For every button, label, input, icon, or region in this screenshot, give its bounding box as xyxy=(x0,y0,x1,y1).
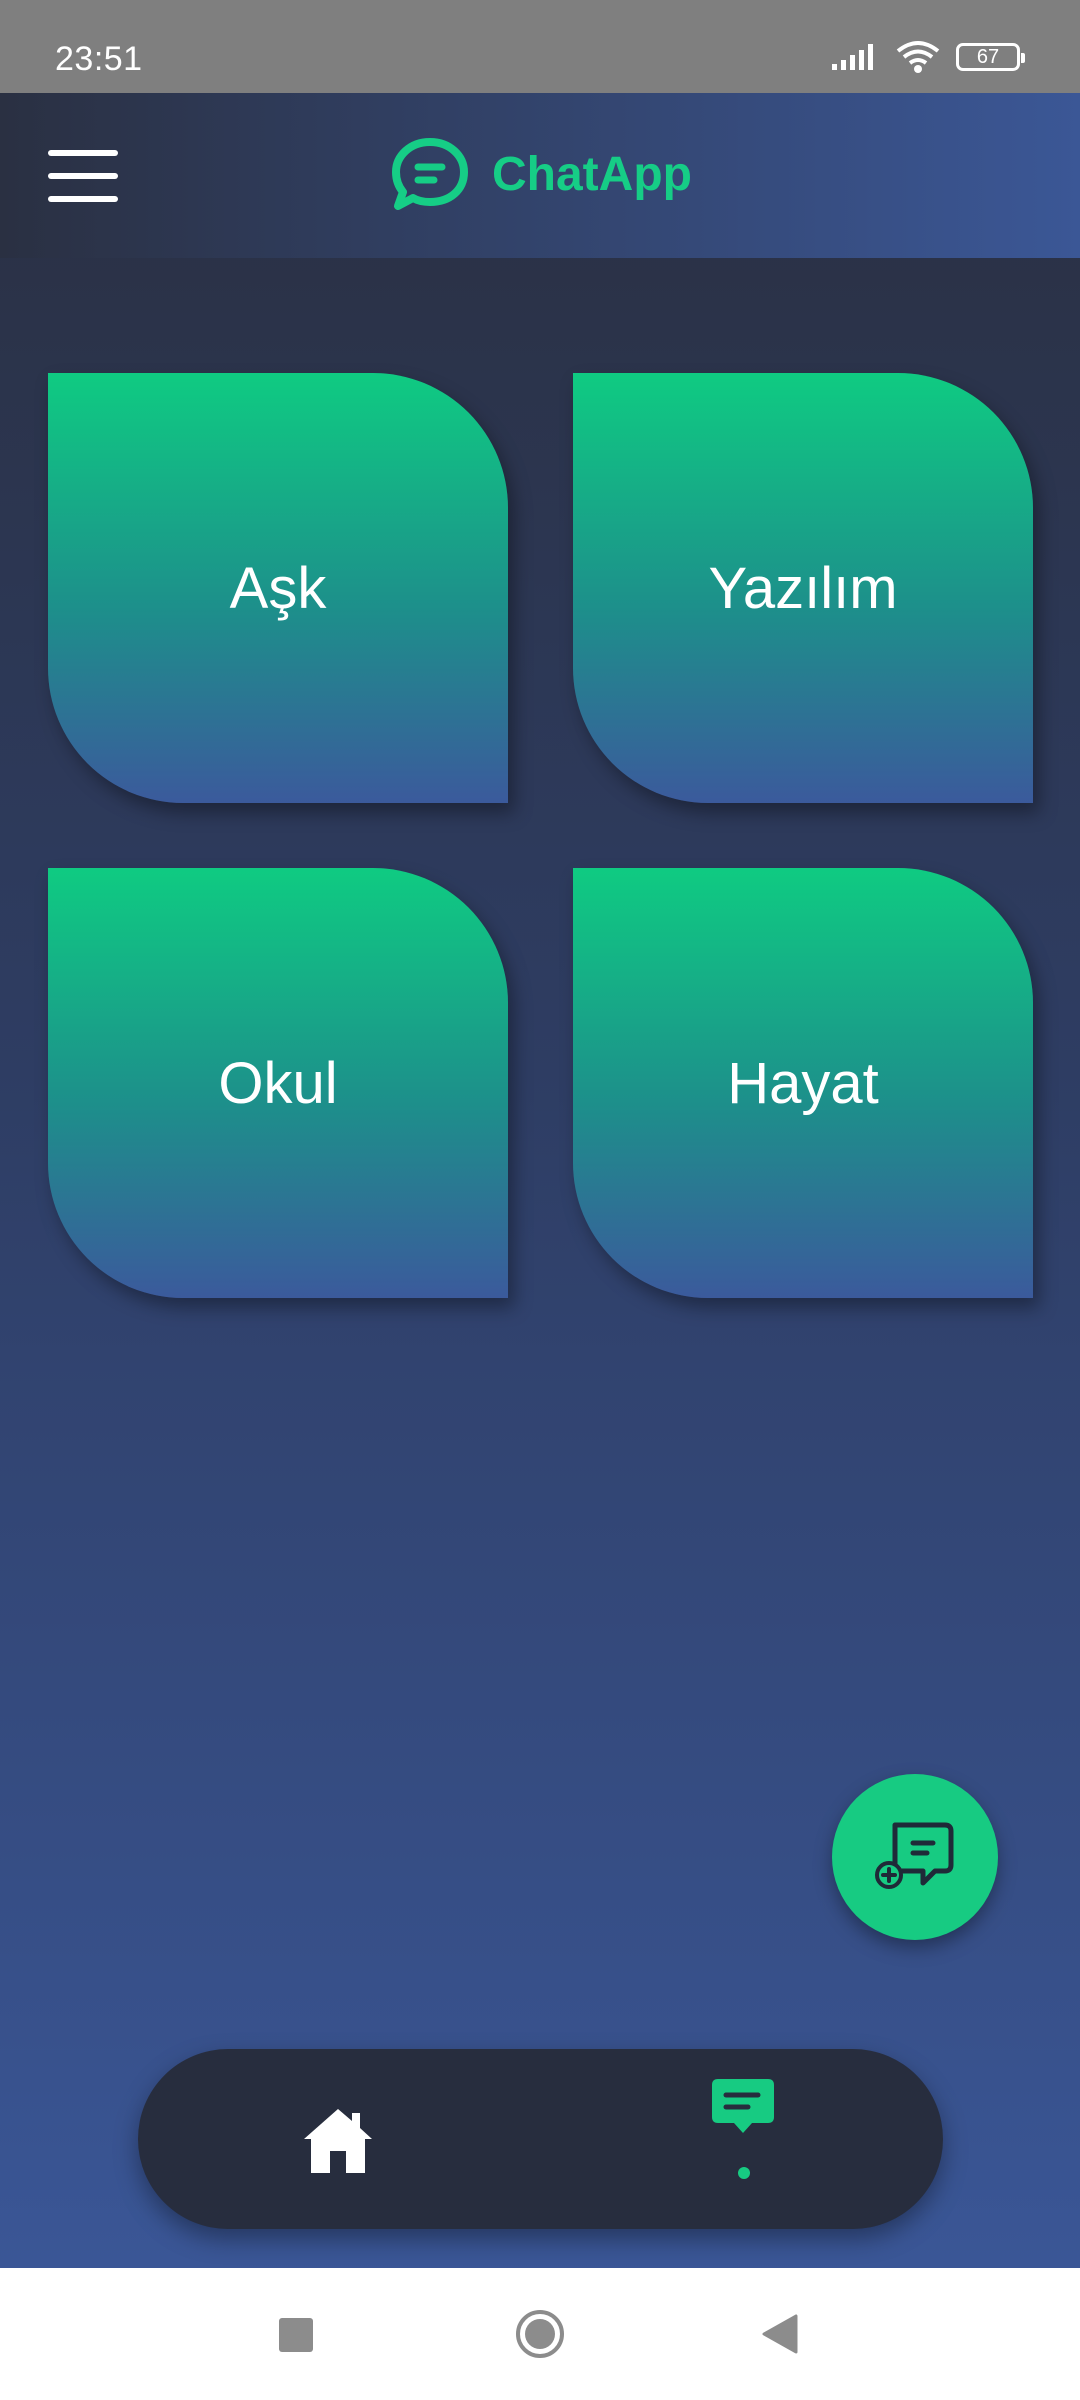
active-indicator xyxy=(738,2167,750,2179)
category-label: Hayat xyxy=(727,1050,879,1116)
status-time: 23:51 xyxy=(55,40,143,78)
hamburger-menu-icon[interactable] xyxy=(48,150,118,202)
recents-icon[interactable] xyxy=(279,2318,313,2352)
app-screen: ChatApp Aşk Yazılım Okul Hayat xyxy=(0,93,1080,2268)
category-card-ask[interactable]: Aşk xyxy=(48,373,508,803)
status-icons: 67 xyxy=(830,40,1025,74)
wifi-icon xyxy=(896,41,940,73)
home-icon xyxy=(304,2109,372,2173)
category-card-yazilim[interactable]: Yazılım xyxy=(573,373,1033,803)
category-label: Yazılım xyxy=(708,555,898,621)
new-chat-button[interactable] xyxy=(832,1774,998,1940)
new-chat-icon xyxy=(875,1822,954,1889)
category-label: Okul xyxy=(218,1050,338,1116)
home-circle-icon[interactable] xyxy=(514,2308,566,2360)
nav-chat[interactable] xyxy=(708,2075,778,2145)
back-icon[interactable] xyxy=(760,2312,800,2356)
battery-level: 67 xyxy=(976,45,1000,68)
category-label: Aşk xyxy=(229,555,327,621)
category-card-hayat[interactable]: Hayat xyxy=(573,868,1033,1298)
app-title: ChatApp xyxy=(492,147,692,201)
battery-icon: 67 xyxy=(956,43,1025,71)
category-card-okul[interactable]: Okul xyxy=(48,868,508,1298)
chat-icon xyxy=(712,2079,774,2133)
status-bar: 23:51 67 xyxy=(0,0,1080,93)
nav-home[interactable] xyxy=(298,2101,378,2181)
system-navigation-bar xyxy=(0,2268,1080,2400)
chat-bubble-icon xyxy=(392,138,468,210)
brand: ChatApp xyxy=(390,136,692,212)
bottom-navigation xyxy=(138,2049,943,2229)
app-header: ChatApp xyxy=(0,93,1080,258)
signal-icon xyxy=(832,44,873,70)
